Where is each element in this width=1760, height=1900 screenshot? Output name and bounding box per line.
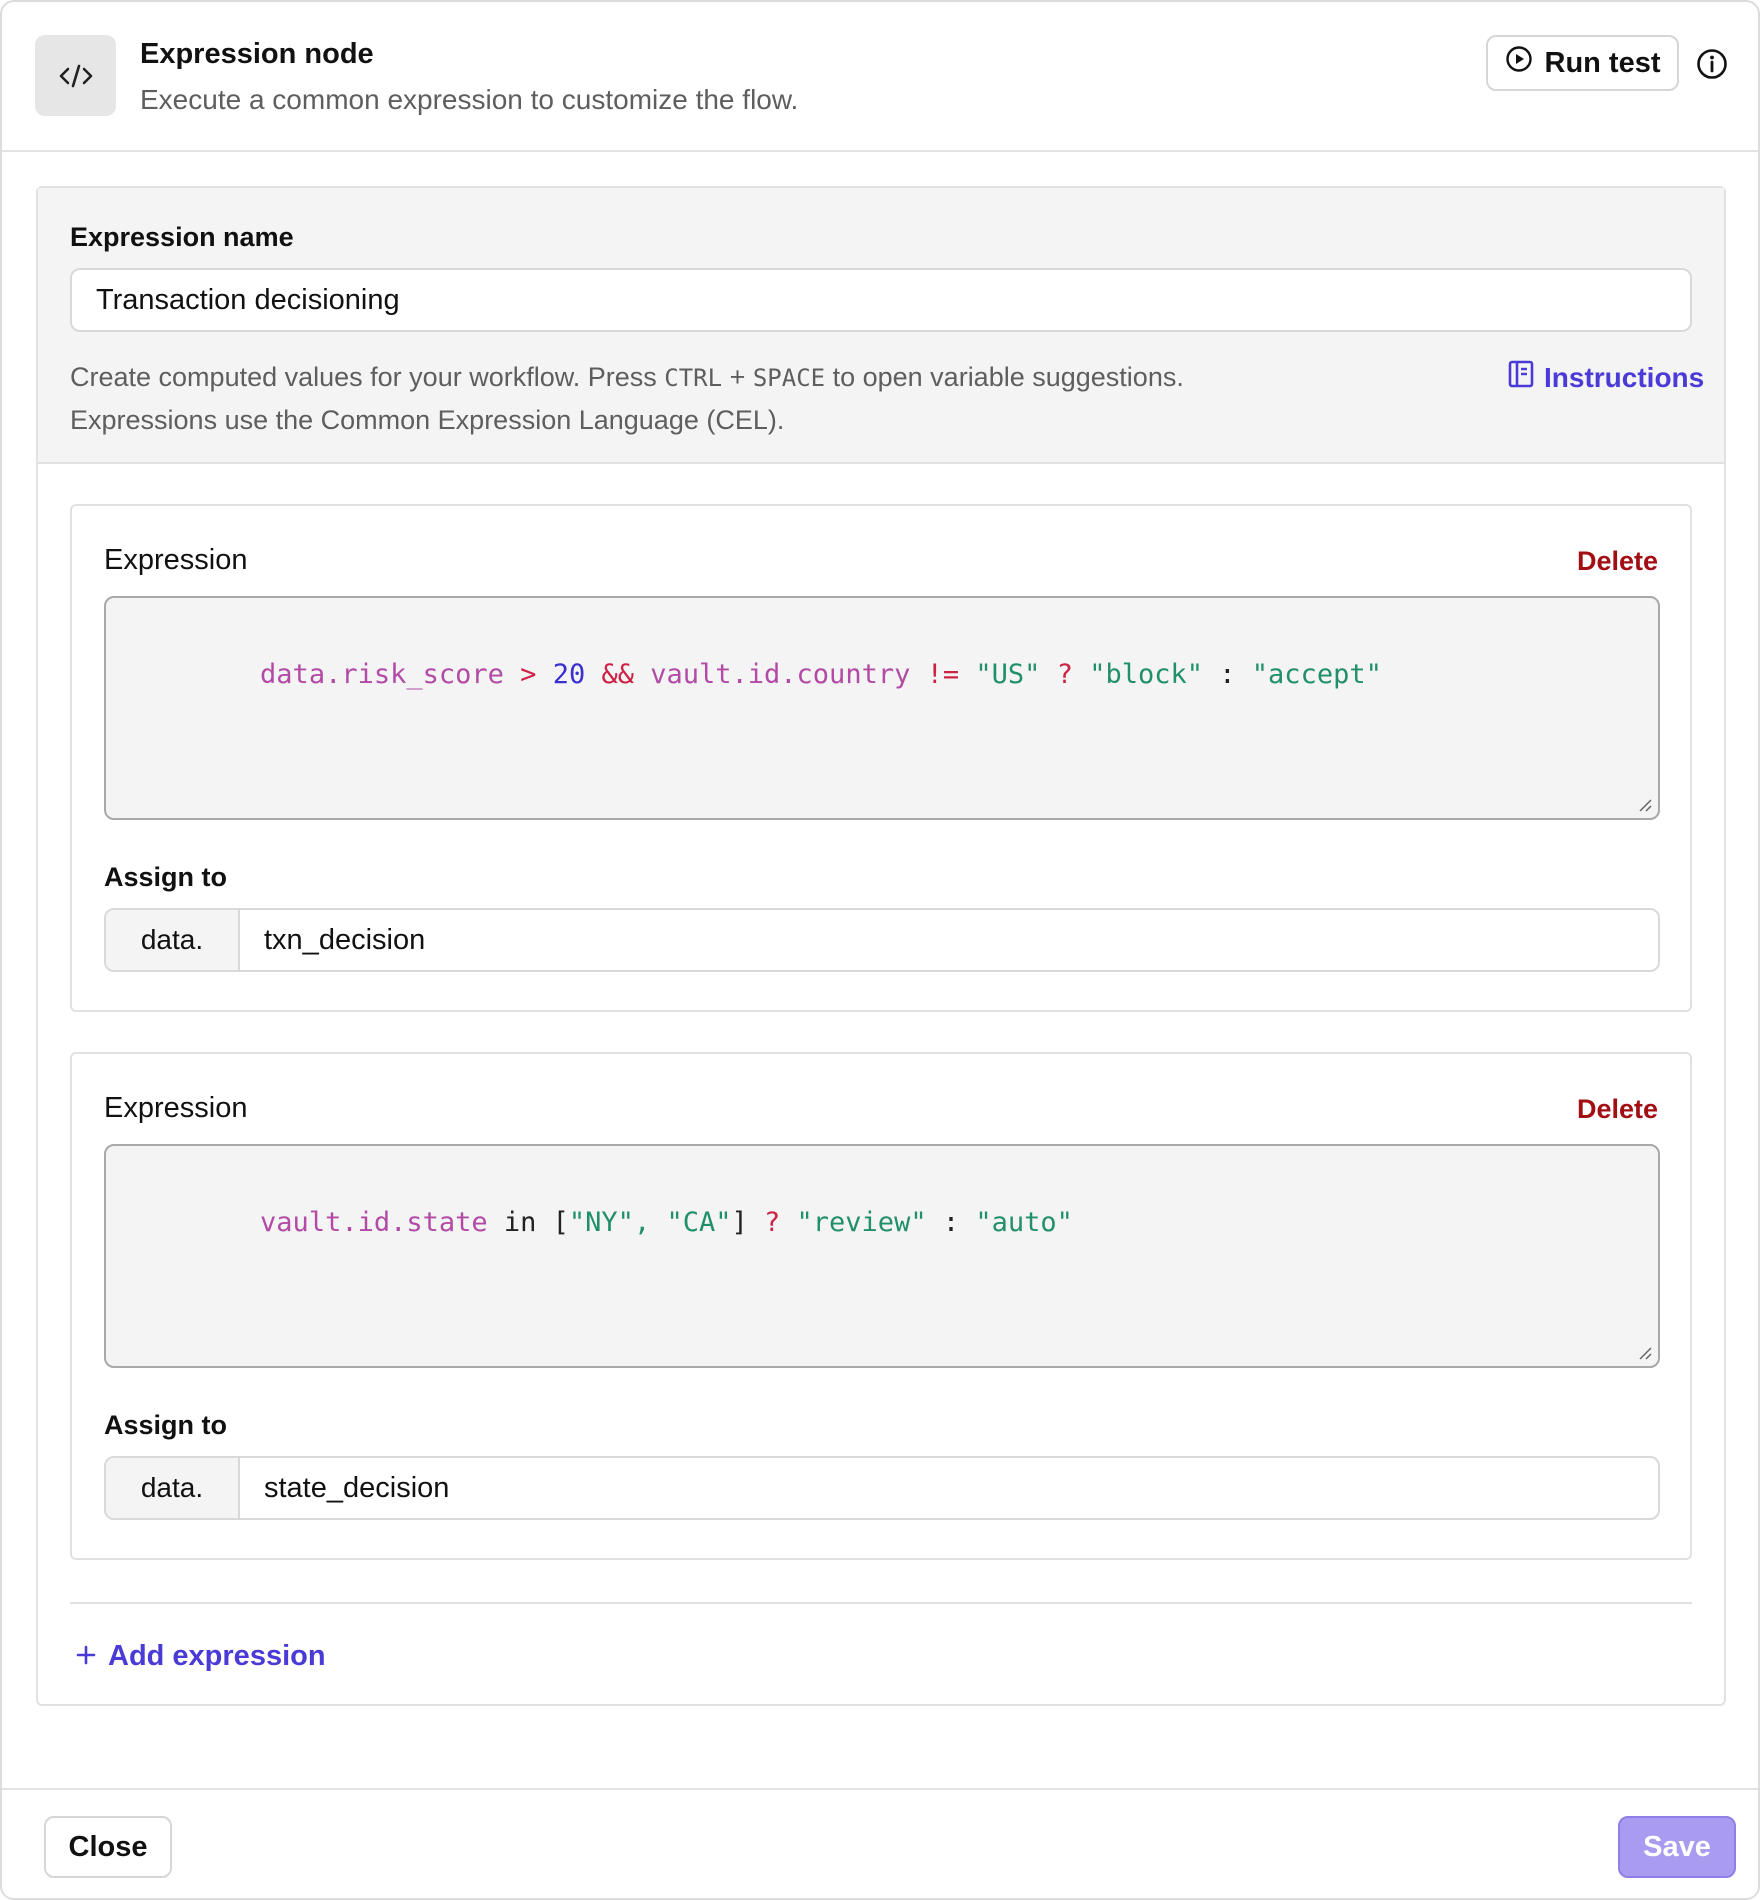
- code-token: !=: [926, 659, 960, 690]
- book-icon: [1508, 360, 1534, 395]
- run-test-label: Run test: [1544, 46, 1661, 79]
- instructions-link[interactable]: Instructions: [1508, 360, 1704, 395]
- code-token: >: [520, 659, 537, 690]
- code-line: data.risk_score > 20 && vault.id.country…: [260, 659, 1382, 690]
- delete-expression-button[interactable]: Delete: [1577, 1094, 1658, 1125]
- expressions-panel: Expression name Transaction decisioning …: [36, 186, 1726, 1706]
- code-icon: [35, 35, 116, 116]
- assign-to-input[interactable]: state_decision: [240, 1458, 1658, 1518]
- play-circle-icon: [1505, 45, 1533, 81]
- dialog-subtitle: Execute a common expression to customize…: [140, 84, 799, 115]
- expression-name-label: Expression name: [70, 222, 294, 252]
- dialog-header: Expression node Execute a common express…: [2, 2, 1758, 152]
- add-expression-button[interactable]: Add expression: [76, 1640, 326, 1673]
- save-button[interactable]: Save: [1618, 1816, 1736, 1878]
- resize-handle-icon[interactable]: [1636, 796, 1652, 812]
- instructions-label: Instructions: [1544, 361, 1705, 393]
- divider: [70, 1602, 1692, 1604]
- assign-prefix: data.: [106, 910, 240, 970]
- code-token: "NY": [568, 1207, 634, 1238]
- expression-label: Expression: [104, 1092, 248, 1124]
- expression-card: Expression Delete data.risk_score > 20 &…: [70, 504, 1692, 1012]
- help-text: Create computed values for your workflow…: [70, 356, 1220, 441]
- code-line: vault.id.state in ["NY", "CA"] ? "review…: [260, 1207, 1073, 1238]
- dialog-title: Expression node: [140, 38, 374, 70]
- assign-to-field: data. state_decision: [104, 1456, 1660, 1520]
- code-token: data.risk_score: [260, 659, 504, 690]
- code-token: 20: [552, 659, 586, 690]
- expression-node-dialog: Expression node Execute a common express…: [0, 0, 1760, 1900]
- expression-card: Expression Delete vault.id.state in ["NY…: [70, 1052, 1692, 1560]
- expression-label: Expression: [104, 544, 248, 576]
- code-token: "review": [796, 1207, 927, 1238]
- info-icon[interactable]: [1695, 47, 1729, 81]
- code-token: :: [926, 1207, 976, 1238]
- code-token: "auto": [975, 1207, 1073, 1238]
- code-token: in [: [487, 1207, 569, 1238]
- code-token: "accept": [1251, 659, 1382, 690]
- ctrl-key: CTRL: [664, 364, 723, 392]
- assign-to-label: Assign to: [104, 862, 228, 892]
- code-token: vault.id.country: [650, 659, 911, 690]
- delete-expression-button[interactable]: Delete: [1577, 546, 1658, 577]
- code-token: vault.id.state: [260, 1207, 488, 1238]
- add-expression-label: Add expression: [108, 1640, 326, 1672]
- code-token: ,: [633, 1207, 667, 1238]
- expression-name-section: Expression name Transaction decisioning …: [38, 188, 1724, 464]
- expression-code-editor[interactable]: data.risk_score > 20 && vault.id.country…: [104, 596, 1660, 820]
- code-token: "CA": [666, 1207, 732, 1238]
- code-token: &&: [601, 659, 634, 690]
- expression-name-input[interactable]: Transaction decisioning: [70, 268, 1692, 332]
- code-token: ?: [764, 1207, 781, 1238]
- resize-handle-icon[interactable]: [1636, 1344, 1652, 1360]
- assign-to-field: data. txn_decision: [104, 908, 1660, 972]
- code-token: :: [1203, 659, 1252, 690]
- close-button[interactable]: Close: [44, 1816, 172, 1878]
- dialog-footer: Close Save: [2, 1788, 1758, 1898]
- code-token: ?: [1056, 659, 1073, 690]
- help-line-1: Create computed values for your workflow…: [70, 362, 1184, 392]
- assign-to-label: Assign to: [104, 1410, 228, 1440]
- code-token: ]: [731, 1207, 764, 1238]
- run-test-button[interactable]: Run test: [1486, 35, 1679, 91]
- code-token: "block": [1089, 659, 1204, 690]
- space-key: SPACE: [752, 364, 826, 392]
- expression-code-editor[interactable]: vault.id.state in ["NY", "CA"] ? "review…: [104, 1144, 1660, 1368]
- help-line-2: Expressions use the Common Expression La…: [70, 405, 785, 435]
- assign-to-input[interactable]: txn_decision: [240, 910, 1658, 970]
- plus-icon: [76, 1640, 96, 1673]
- assign-prefix: data.: [106, 1458, 240, 1518]
- code-token: "US": [975, 659, 1041, 690]
